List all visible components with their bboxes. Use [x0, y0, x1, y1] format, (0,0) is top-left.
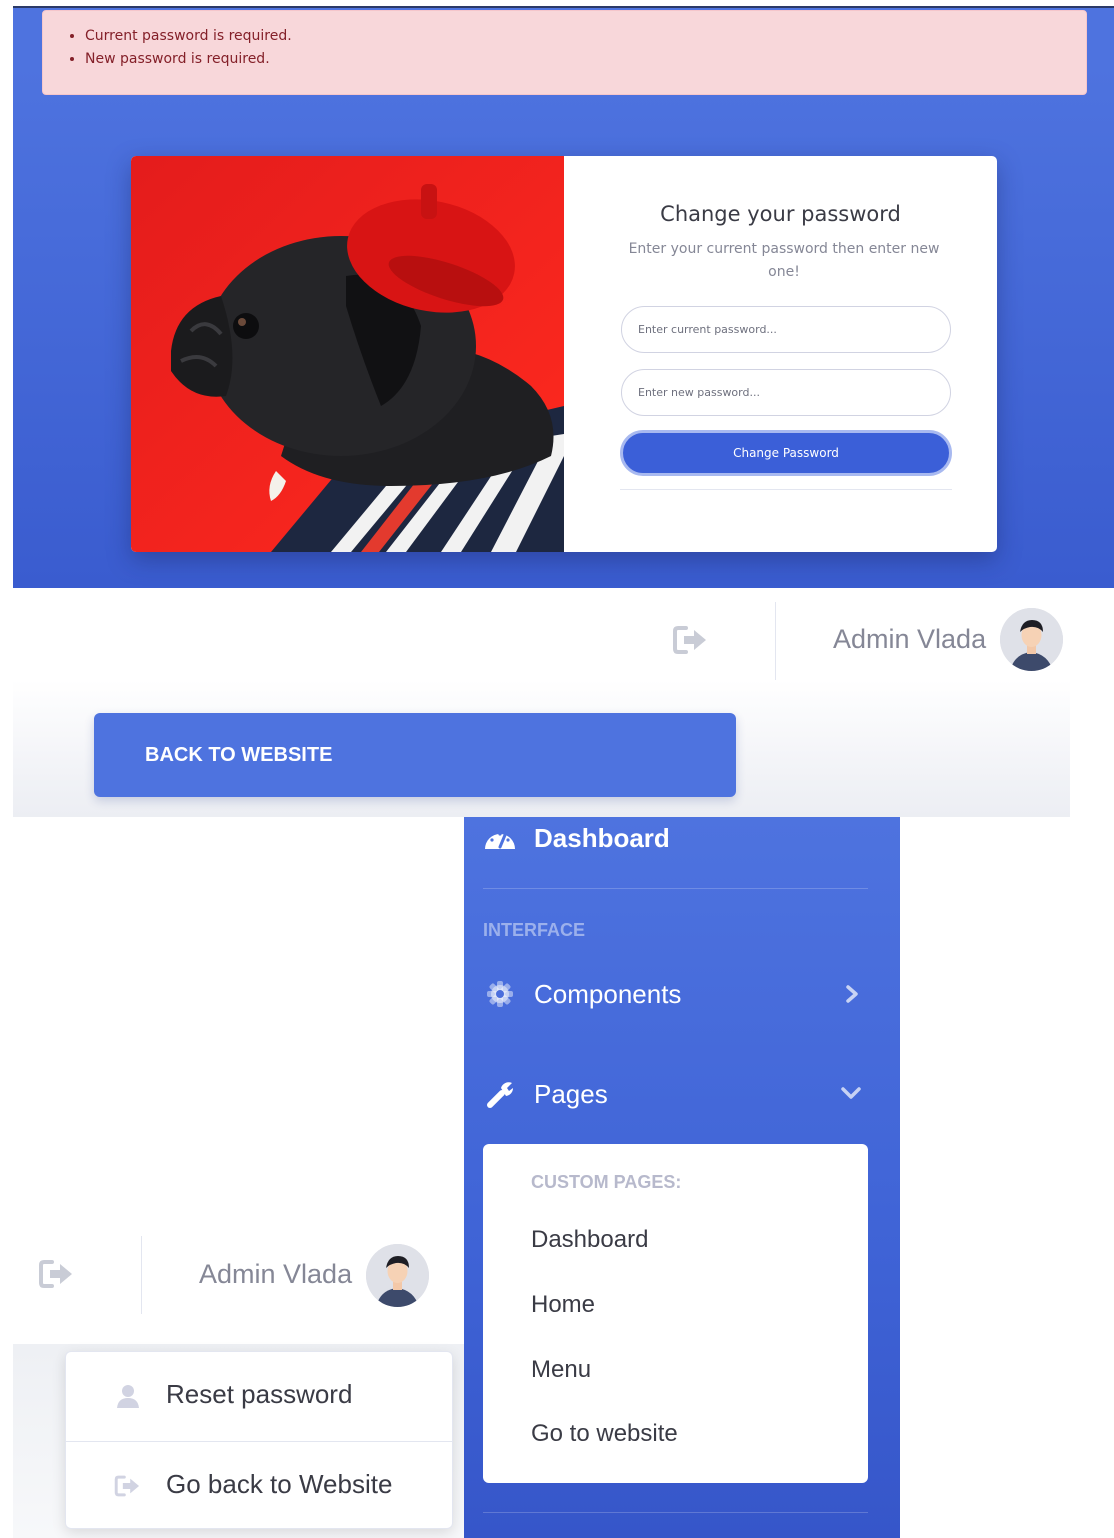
avatar[interactable]	[1000, 608, 1063, 671]
sidebar-heading-interface: INTERFACE	[483, 920, 586, 940]
collapse-item-home[interactable]: Home	[531, 1291, 595, 1319]
new-password-input[interactable]	[621, 369, 951, 416]
user-dropdown-menu: Reset password Go back to Website	[65, 1351, 453, 1529]
dropdown-item-label: Reset password	[166, 1379, 353, 1409]
gear-icon	[486, 980, 514, 1008]
topbar-divider	[141, 1236, 142, 1314]
error-list: Current password is required. New passwo…	[85, 25, 292, 71]
user-icon	[116, 1383, 140, 1409]
sign-out-icon[interactable]	[672, 624, 710, 656]
collapse-item-menu[interactable]: Menu	[531, 1356, 591, 1384]
password-form: Change your password Enter your current …	[564, 156, 997, 552]
back-to-website-button[interactable]: BACK TO WEBSITE	[94, 713, 736, 797]
collapse-header: CUSTOM PAGES:	[531, 1172, 682, 1192]
change-password-button[interactable]: Change Password	[620, 430, 952, 476]
avatar[interactable]	[366, 1244, 429, 1307]
topbar-divider	[775, 602, 776, 680]
chevron-right-icon[interactable]	[844, 984, 860, 1004]
dropdown-item-label: Go back to Website	[166, 1469, 393, 1499]
sidebar-item-pages[interactable]: Pages	[534, 1079, 608, 1110]
sidebar-item-dashboard[interactable]: Dashboard	[534, 823, 670, 854]
pug-illustration	[131, 156, 564, 552]
pages-collapse-menu: CUSTOM PAGES: Dashboard Home Menu Go to …	[483, 1144, 868, 1483]
sign-out-icon	[114, 1474, 142, 1498]
chevron-down-icon[interactable]	[840, 1085, 862, 1101]
form-title: Change your password	[660, 202, 901, 226]
change-password-page: Current password is required. New passwo…	[13, 6, 1114, 588]
sign-out-icon[interactable]	[38, 1258, 76, 1290]
sidebar-divider	[483, 888, 868, 889]
sidebar-divider	[483, 1512, 868, 1513]
collapse-item-go-to-website[interactable]: Go to website	[531, 1420, 678, 1448]
sidebar: Dashboard INTERFACE Components Pages CUS…	[464, 817, 900, 1538]
error-item: Current password is required.	[85, 25, 292, 48]
form-subtitle: Enter your current password then enter n…	[628, 241, 940, 280]
current-password-input[interactable]	[621, 306, 951, 353]
pug-image	[131, 156, 564, 552]
dropdown-user-name[interactable]: Admin Vlada	[199, 1259, 352, 1290]
topbar-user-name[interactable]: Admin Vlada	[833, 624, 986, 655]
form-divider	[620, 489, 952, 490]
wrench-icon	[486, 1079, 516, 1109]
collapse-item-dashboard[interactable]: Dashboard	[531, 1226, 648, 1254]
error-alert: Current password is required. New passwo…	[42, 10, 1087, 95]
password-card: Change your password Enter your current …	[131, 156, 997, 552]
error-item: New password is required.	[85, 48, 292, 71]
dropdown-item-go-back[interactable]: Go back to Website	[66, 1441, 452, 1530]
sidebar-item-components[interactable]: Components	[534, 979, 681, 1010]
tachometer-icon	[483, 825, 517, 851]
dropdown-item-reset-password[interactable]: Reset password	[66, 1352, 452, 1441]
